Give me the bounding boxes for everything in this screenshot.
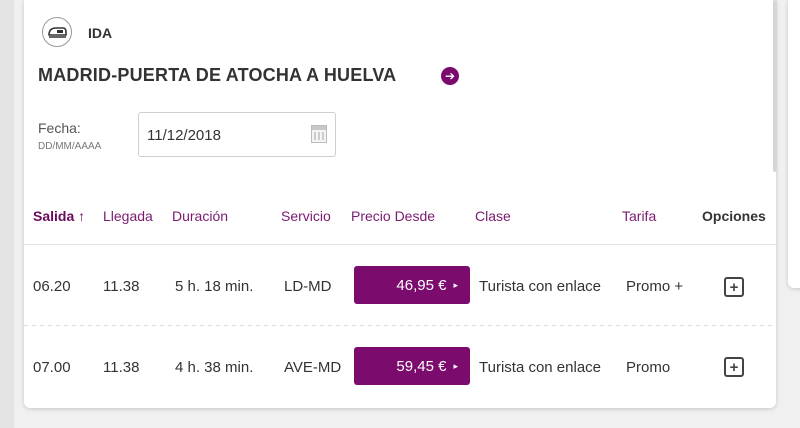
date-value[interactable]: 11/12/2018 — [147, 127, 221, 144]
left-edge — [0, 0, 14, 428]
date-format-hint: DD/MM/AAAA — [38, 141, 102, 152]
date-input[interactable]: 11/12/2018 — [138, 112, 336, 157]
column-header-duracion[interactable]: Duración — [172, 208, 228, 224]
row-1-expand-plus-icon[interactable]: + — [724, 277, 744, 297]
row-2-tarifa: Promo — [626, 359, 671, 376]
row-divider — [24, 325, 776, 326]
row-2-llegada: 11.38 — [103, 359, 140, 376]
play-arrow-icon: ▸ — [453, 279, 458, 290]
column-header-precio[interactable]: Precio Desde — [351, 208, 435, 224]
route-title: MADRID-PUERTA DE ATOCHA A HUELVA — [38, 65, 397, 85]
train-icon — [42, 17, 72, 47]
row-2-price: 59,45 € — [396, 357, 447, 375]
calendar-icon[interactable] — [311, 125, 327, 143]
row-1-servicio: LD-MD — [284, 278, 332, 295]
row-1-price: 46,95 € — [396, 276, 447, 294]
column-header-servicio[interactable]: Servicio — [281, 208, 331, 224]
scrollbar[interactable] — [773, 0, 777, 172]
column-header-clase[interactable]: Clase — [475, 208, 511, 224]
row-2-expand-plus-icon[interactable]: + — [724, 357, 744, 377]
direction-label: IDA — [88, 25, 113, 41]
row-1-tarifa: Promo + — [626, 278, 684, 295]
row-1-salida: 06.20 — [33, 278, 71, 295]
column-header-llegada[interactable]: Llegada — [103, 208, 153, 224]
column-header-tarifa[interactable]: Tarifa — [622, 208, 656, 224]
row-2-salida: 07.00 — [33, 359, 71, 376]
play-arrow-icon: ▸ — [453, 360, 458, 371]
side-panel — [788, 0, 800, 288]
route-arrow-icon[interactable]: ➔ — [441, 67, 459, 85]
row-2-price-button[interactable]: 59,45 € ▸ — [354, 347, 470, 385]
row-1-llegada: 11.38 — [103, 278, 140, 295]
row-1-clase: Turista con enlace — [479, 278, 602, 295]
row-2-servicio: AVE-MD — [284, 359, 342, 376]
column-header-opciones: Opciones — [702, 208, 766, 224]
row-1-price-button[interactable]: 46,95 € ▸ — [354, 266, 470, 304]
table-divider — [24, 244, 776, 245]
row-2-duracion: 4 h. 38 min. — [175, 359, 254, 376]
row-2-clase: Turista con enlace — [479, 359, 602, 376]
date-label: Fecha: — [38, 120, 81, 136]
column-header-salida[interactable]: Salida ↑ — [33, 208, 85, 224]
row-1-duracion: 5 h. 18 min. — [175, 278, 254, 295]
